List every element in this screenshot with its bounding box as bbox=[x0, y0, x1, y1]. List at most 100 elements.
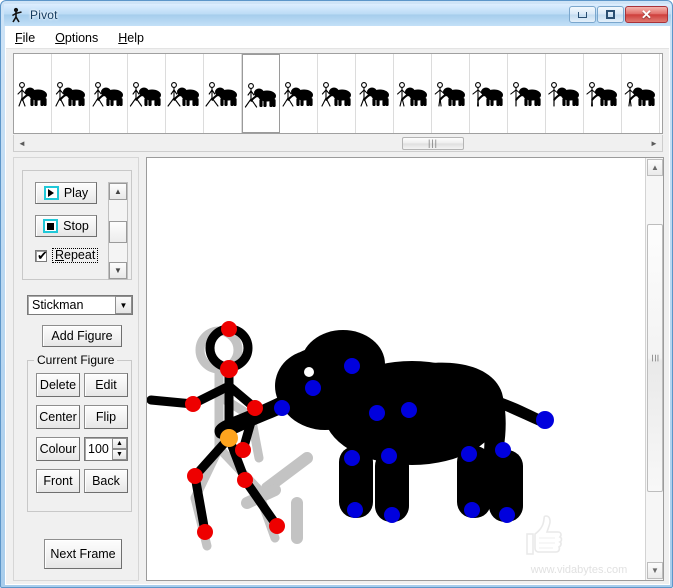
window-controls: ✕ bbox=[569, 6, 668, 23]
frame-thumbnail[interactable] bbox=[280, 54, 318, 133]
close-icon: ✕ bbox=[641, 7, 652, 22]
frame-strip-scroll-thumb[interactable]: ||| bbox=[402, 136, 464, 150]
menu-file[interactable]: File bbox=[15, 29, 46, 47]
frame-thumbnail[interactable] bbox=[356, 54, 394, 133]
window-title: Pivot bbox=[30, 8, 58, 22]
frame-strip-inner bbox=[14, 54, 662, 133]
front-label: Front bbox=[43, 474, 73, 488]
current-figure-group: Current Figure Delete Edit Center Flip C… bbox=[27, 353, 132, 512]
menu-bar: File Options Help bbox=[6, 27, 669, 49]
add-figure-button[interactable]: Add Figure bbox=[42, 325, 122, 347]
menu-help-rest: elp bbox=[127, 30, 144, 45]
menu-options-mnemonic: O bbox=[55, 30, 65, 45]
current-figure-legend: Current Figure bbox=[34, 353, 118, 367]
speed-scroll-thumb[interactable] bbox=[109, 221, 127, 243]
stepper-arrows[interactable]: ▲ ▼ bbox=[112, 438, 127, 460]
figure-select[interactable]: Stickman ▼ bbox=[27, 295, 133, 315]
frame-thumbnail[interactable] bbox=[242, 54, 280, 133]
frame-thumbnail[interactable] bbox=[128, 54, 166, 133]
flip-label: Flip bbox=[95, 410, 117, 424]
playback-group: Play Stop ✔ Repeat ▲ ▼ bbox=[22, 170, 132, 280]
frame-thumbnail[interactable] bbox=[432, 54, 470, 133]
frame-thumbnail[interactable] bbox=[14, 54, 52, 133]
frame-thumbnail[interactable] bbox=[508, 54, 546, 133]
frame-strip-scroll-track[interactable]: ||| bbox=[30, 136, 646, 151]
speed-up-icon[interactable]: ▲ bbox=[109, 183, 127, 200]
repeat-label: Repeat bbox=[52, 248, 99, 263]
app-window: Pivot ✕ File Options Help ◄ ||| ► Play S… bbox=[0, 0, 673, 588]
title-bar: Pivot ✕ bbox=[4, 4, 671, 26]
canvas-scroll-up-icon[interactable]: ▲ bbox=[647, 159, 663, 176]
scroll-right-icon[interactable]: ► bbox=[646, 136, 662, 151]
frame-strip[interactable] bbox=[13, 53, 663, 134]
chevron-down-icon[interactable]: ▼ bbox=[115, 296, 132, 314]
grip-icon: ||| bbox=[427, 137, 438, 148]
frame-thumbnail[interactable] bbox=[470, 54, 508, 133]
front-button[interactable]: Front bbox=[36, 469, 80, 493]
frame-thumbnail[interactable] bbox=[660, 54, 662, 133]
maximize-button[interactable] bbox=[597, 6, 624, 23]
thumbs-up-icon bbox=[526, 515, 563, 555]
frame-strip-scrollbar[interactable]: ◄ ||| ► bbox=[13, 135, 663, 152]
canvas-scroll-down-icon[interactable]: ▼ bbox=[647, 562, 663, 579]
frame-thumbnail[interactable] bbox=[166, 54, 204, 133]
play-button[interactable]: Play bbox=[35, 182, 97, 204]
client-area: File Options Help ◄ ||| ► Play Stop ✔ Re… bbox=[5, 26, 670, 585]
canvas-scroll-thumb[interactable]: ☰ bbox=[647, 224, 663, 492]
frame-thumbnail[interactable] bbox=[204, 54, 242, 133]
edit-label: Edit bbox=[95, 378, 117, 392]
colour-label: Colour bbox=[39, 442, 77, 456]
menu-options-rest: ptions bbox=[64, 30, 99, 45]
center-button[interactable]: Center bbox=[36, 405, 80, 429]
stepper-down-icon[interactable]: ▼ bbox=[112, 449, 127, 460]
frame-thumbnail[interactable] bbox=[622, 54, 660, 133]
grip-icon: ☰ bbox=[650, 353, 661, 363]
stop-icon bbox=[43, 219, 59, 233]
delete-button[interactable]: Delete bbox=[36, 373, 80, 397]
animation-canvas[interactable]: www.vidabytes.com bbox=[147, 158, 645, 580]
scroll-left-icon[interactable]: ◄ bbox=[14, 136, 30, 151]
edit-button[interactable]: Edit bbox=[84, 373, 128, 397]
close-button[interactable]: ✕ bbox=[625, 6, 668, 23]
repeat-checkbox[interactable]: ✔ bbox=[35, 247, 48, 263]
stop-button[interactable]: Stop bbox=[35, 215, 97, 237]
menu-options[interactable]: Options bbox=[55, 29, 109, 47]
frame-thumbnail[interactable] bbox=[394, 54, 432, 133]
next-frame-button[interactable]: Next Frame bbox=[44, 539, 122, 569]
repeat-rest: epeat bbox=[64, 248, 96, 262]
frame-thumbnail[interactable] bbox=[546, 54, 584, 133]
add-figure-label: Add Figure bbox=[51, 329, 113, 343]
play-icon bbox=[43, 186, 59, 200]
speed-scrollbar[interactable]: ▲ ▼ bbox=[108, 182, 128, 280]
minimize-button[interactable] bbox=[569, 6, 596, 23]
play-button-label: Play bbox=[63, 186, 89, 200]
canvas-vertical-scrollbar[interactable]: ▲ ☰ ▼ bbox=[645, 158, 663, 580]
watermark: www.vidabytes.com bbox=[519, 514, 639, 576]
frame-thumbnail[interactable] bbox=[584, 54, 622, 133]
speed-down-icon[interactable]: ▼ bbox=[109, 262, 127, 279]
figure-select-value: Stickman bbox=[32, 298, 84, 312]
repeat-mnemonic: R bbox=[55, 248, 65, 262]
delete-label: Delete bbox=[39, 378, 77, 392]
frame-thumbnail[interactable] bbox=[90, 54, 128, 133]
menu-file-rest: ile bbox=[22, 30, 36, 45]
menu-help-mnemonic: H bbox=[118, 30, 128, 45]
center-label: Center bbox=[39, 410, 77, 424]
back-button[interactable]: Back bbox=[84, 469, 128, 493]
watermark-text: www.vidabytes.com bbox=[530, 564, 628, 576]
check-icon: ✔ bbox=[37, 247, 48, 263]
next-frame-label: Next Frame bbox=[50, 547, 116, 561]
animation-canvas-container: www.vidabytes.com ▲ ☰ ▼ bbox=[146, 157, 664, 581]
frame-thumbnail[interactable] bbox=[52, 54, 90, 133]
opacity-stepper[interactable]: 100 ▲ ▼ bbox=[84, 437, 128, 461]
flip-button[interactable]: Flip bbox=[84, 405, 128, 429]
frame-thumbnail[interactable] bbox=[318, 54, 356, 133]
stop-button-label: Stop bbox=[63, 219, 89, 233]
stickman-icon bbox=[9, 7, 25, 23]
repeat-checkbox-row[interactable]: ✔ Repeat bbox=[35, 247, 99, 263]
colour-button[interactable]: Colour bbox=[36, 437, 80, 461]
minimize-icon bbox=[578, 11, 587, 18]
stepper-up-icon[interactable]: ▲ bbox=[112, 438, 127, 449]
opacity-value: 100 bbox=[88, 442, 109, 456]
menu-help[interactable]: Help bbox=[118, 29, 155, 47]
